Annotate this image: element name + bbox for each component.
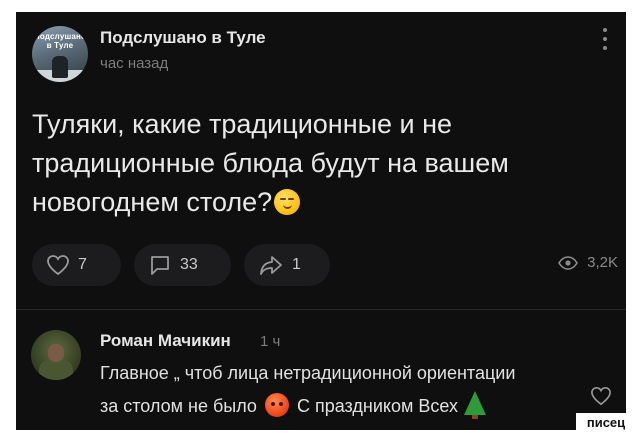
views-counter: 3,2K xyxy=(558,254,618,271)
smirk-emoji-icon xyxy=(274,189,301,215)
avatar-body xyxy=(39,360,73,380)
post-card: Подслушано в Туле Подслушано в Туле час н… xyxy=(16,12,626,430)
views-count: 3,2K xyxy=(587,254,618,271)
commenter-avatar[interactable] xyxy=(31,330,81,380)
post-time: час назад xyxy=(100,55,169,72)
comment-text: Главное „ чтоб лица нетрадиционной ориен… xyxy=(100,357,600,423)
comment-line: Главное „ чтоб лица нетрадиционной ориен… xyxy=(100,363,516,383)
comment-time: 1 ч xyxy=(260,333,281,350)
post-text-line-content: новогоднем столе? xyxy=(32,187,273,217)
like-count: 7 xyxy=(78,256,87,273)
share-button[interactable]: 1 xyxy=(244,244,330,286)
watermark: писец xyxy=(576,413,636,433)
comment-line: за столом не было С праздником Всех xyxy=(100,390,600,423)
post-text-line: Туляки, какие традиционные и не xyxy=(32,109,453,139)
comment-line-part: за столом не было xyxy=(100,396,257,416)
christmas-tree-icon xyxy=(463,391,486,419)
like-button[interactable]: 7 xyxy=(32,244,121,286)
share-icon xyxy=(260,256,282,275)
share-count: 1 xyxy=(292,256,301,273)
divider xyxy=(16,309,626,310)
group-name[interactable]: Подслушано в Туле xyxy=(100,28,266,48)
comment-icon xyxy=(151,256,169,275)
post-text-line: новогоднем столе? xyxy=(32,183,602,222)
comment-line-part: С праздником Всех xyxy=(296,396,458,416)
group-avatar[interactable]: Подслушано в Туле xyxy=(32,26,88,82)
avatar-logo-text: Подслушано в Туле xyxy=(33,32,87,50)
comment-button[interactable]: 33 xyxy=(134,244,231,286)
comment-count: 33 xyxy=(180,256,198,273)
avatar-figure xyxy=(52,56,68,78)
comment-author[interactable]: Роман Мачикин xyxy=(100,331,231,351)
post-text: Туляки, какие традиционные и не традицио… xyxy=(32,105,602,222)
angry-face-icon xyxy=(264,393,289,417)
avatar-face xyxy=(48,344,64,362)
comment-like-icon[interactable] xyxy=(590,386,612,406)
more-options-icon[interactable] xyxy=(600,28,610,56)
eye-icon xyxy=(558,255,579,270)
heart-icon xyxy=(47,255,69,276)
post-text-line: традиционные блюда будут на вашем xyxy=(32,148,509,178)
